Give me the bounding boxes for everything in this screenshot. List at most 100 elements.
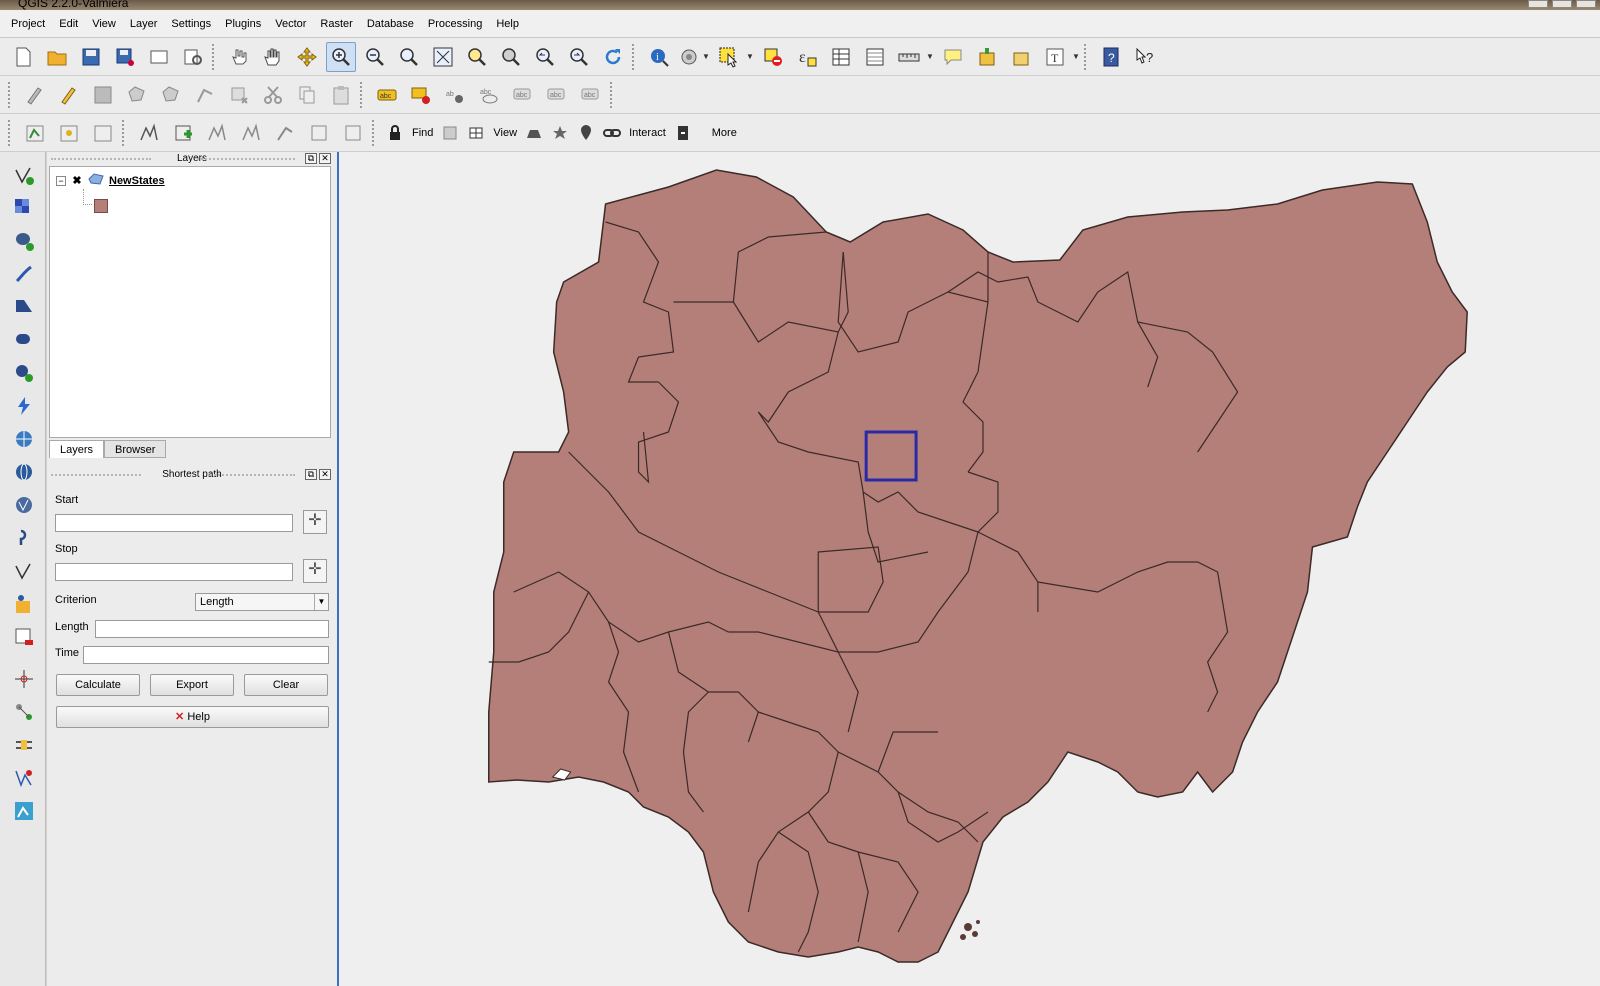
field-calculator-icon[interactable] (860, 42, 890, 72)
select-by-expression-icon[interactable]: ε (792, 42, 822, 72)
node-network-icon[interactable] (9, 697, 39, 727)
chevron-down-icon[interactable]: ▼ (926, 52, 936, 61)
menu-edit[interactable]: Edit (52, 10, 85, 38)
delete-selected-icon[interactable] (224, 80, 254, 110)
pan-to-selection-icon[interactable] (292, 42, 322, 72)
criterion-select[interactable]: Length ▼ (195, 593, 329, 611)
toolbar-grip[interactable] (610, 81, 614, 108)
refresh-icon[interactable] (598, 42, 628, 72)
view-label[interactable]: View (489, 127, 521, 139)
geometry-tool-1-icon[interactable] (134, 118, 164, 148)
zoom-out-icon[interactable] (360, 42, 390, 72)
geometry-tool-3-icon[interactable] (202, 118, 232, 148)
toolbar-grip[interactable] (8, 81, 12, 108)
stop-crosshair-icon[interactable]: ✛ (303, 559, 327, 583)
georeference-crosshair-icon[interactable] (9, 664, 39, 694)
chevron-down-icon[interactable]: ▼ (746, 52, 756, 61)
map-canvas[interactable] (337, 152, 1600, 986)
rotate-label-icon[interactable]: abc (542, 80, 572, 110)
cut-features-icon[interactable] (258, 80, 288, 110)
calculate-button[interactable]: Calculate (56, 674, 140, 696)
show-bookmarks-icon[interactable] (1006, 42, 1036, 72)
geometry-tool-6-icon[interactable] (304, 118, 334, 148)
zoom-last-icon[interactable] (530, 42, 560, 72)
add-mssql-layer-icon[interactable] (9, 292, 39, 322)
geometry-tool-2-icon[interactable] (168, 118, 198, 148)
measure-line-icon[interactable] (894, 42, 924, 72)
map-canvas-icon[interactable] (9, 796, 39, 826)
add-wcs-layer-icon[interactable] (9, 424, 39, 454)
new-spatialite-layer-icon[interactable] (9, 589, 39, 619)
chevron-down-icon[interactable]: ▼ (702, 52, 712, 61)
whats-this-icon[interactable]: ? (1130, 42, 1160, 72)
toolbar-grip[interactable] (360, 81, 364, 108)
layer-symbol-swatch[interactable] (94, 199, 108, 213)
identify-features-icon[interactable]: i (644, 42, 674, 72)
close-panel-button[interactable]: ✕ (319, 153, 331, 164)
zoom-full-icon[interactable] (428, 42, 458, 72)
composer-manager-icon[interactable] (178, 42, 208, 72)
text-annotation-icon[interactable]: T (1040, 42, 1070, 72)
clear-button[interactable]: Clear (244, 674, 328, 696)
toolbar-grip[interactable] (632, 43, 636, 70)
layer-name[interactable]: NewStates (109, 175, 165, 187)
menu-vector[interactable]: Vector (268, 10, 313, 38)
map-tips-icon[interactable] (938, 42, 968, 72)
tab-layers[interactable]: Layers (49, 440, 105, 458)
toolbar-grip[interactable] (122, 119, 126, 146)
add-wms-layer-icon[interactable] (9, 391, 39, 421)
pin-icon[interactable] (575, 118, 597, 148)
highlight-pinned-labels-icon[interactable]: ab (440, 80, 470, 110)
export-icon[interactable] (672, 118, 694, 148)
add-gpx-layer-icon[interactable] (9, 523, 39, 553)
menu-raster[interactable]: Raster (313, 10, 359, 38)
zoom-next-icon[interactable] (564, 42, 594, 72)
zoom-to-selection-icon[interactable] (462, 42, 492, 72)
menu-processing[interactable]: Processing (421, 10, 489, 38)
interact-label[interactable]: Interact (625, 127, 670, 139)
toggle-editing-icon[interactable] (54, 80, 84, 110)
geometry-tool-7-icon[interactable] (338, 118, 368, 148)
layer-visibility-checkbox[interactable]: ✖ (71, 175, 83, 187)
lock-icon[interactable] (384, 118, 406, 148)
close-panel-button[interactable]: ✕ (319, 469, 331, 480)
chevron-down-icon[interactable]: ▼ (314, 594, 328, 610)
start-crosshair-icon[interactable]: ✛ (303, 510, 327, 534)
node-tool-icon[interactable] (190, 80, 220, 110)
zoom-to-layer-icon[interactable] (496, 42, 526, 72)
help-contents-icon[interactable]: ? (1096, 42, 1126, 72)
help-button[interactable]: ✕ Help (56, 706, 329, 728)
stop-input[interactable] (55, 563, 293, 581)
toolbar-grip[interactable] (8, 119, 12, 146)
show-hide-labels-icon[interactable]: abc (474, 80, 504, 110)
new-project-icon[interactable] (8, 42, 38, 72)
current-edits-icon[interactable] (20, 80, 50, 110)
add-postgis-layer-icon[interactable] (9, 226, 39, 256)
vector-tool-3-icon[interactable] (88, 118, 118, 148)
zoom-in-icon[interactable] (326, 41, 356, 72)
menu-help[interactable]: Help (489, 10, 526, 38)
export-button[interactable]: Export (150, 674, 234, 696)
new-print-composer-icon[interactable] (144, 42, 174, 72)
touch-zoom-icon[interactable] (224, 42, 254, 72)
vector-tool-2-icon[interactable] (54, 118, 84, 148)
layer-labeling-icon[interactable]: abc (372, 80, 402, 110)
road-graph-icon[interactable] (9, 730, 39, 760)
deselect-features-icon[interactable] (758, 42, 788, 72)
menu-project[interactable]: Project (4, 10, 52, 38)
run-action-icon[interactable] (678, 42, 700, 72)
float-panel-button[interactable]: ⧉ (305, 153, 317, 164)
save-layer-edits-icon[interactable] (88, 80, 118, 110)
geometry-tool-4-icon[interactable] (236, 118, 266, 148)
save-project-icon[interactable] (76, 42, 106, 72)
star-marker-icon[interactable] (549, 118, 571, 148)
add-vector-layer-icon[interactable] (9, 160, 39, 190)
menu-settings[interactable]: Settings (164, 10, 218, 38)
link-icon[interactable] (601, 118, 623, 148)
menu-view[interactable]: View (85, 10, 123, 38)
save-as-icon[interactable] (110, 42, 140, 72)
move-feature-icon[interactable] (156, 80, 186, 110)
add-spatialite-layer-icon[interactable] (9, 259, 39, 289)
grid-icon[interactable] (465, 118, 487, 148)
float-panel-button[interactable]: ⧉ (305, 469, 317, 480)
